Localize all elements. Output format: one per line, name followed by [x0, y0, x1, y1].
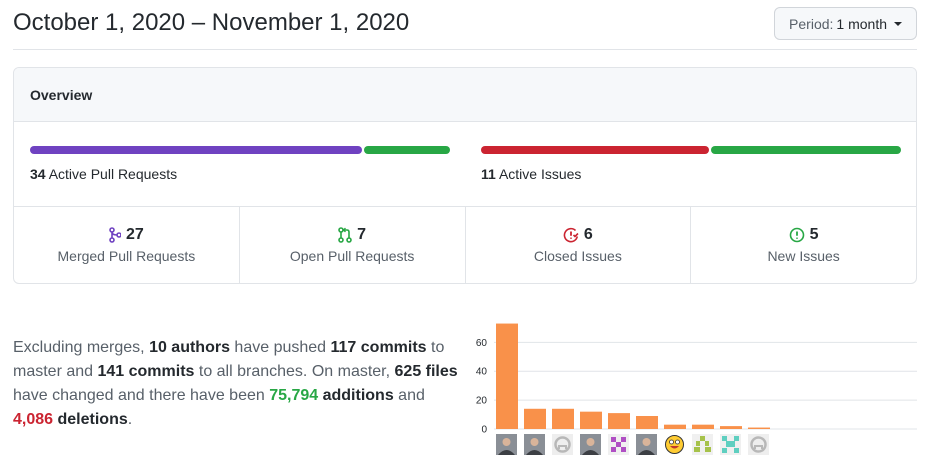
stat-merged-pull-requests[interactable]: 27 Merged Pull Requests	[14, 207, 240, 283]
chart-svg: 0 20 40 60	[476, 323, 917, 436]
contributor-bar[interactable]	[720, 426, 742, 429]
files-changed-count: 625 files	[394, 363, 458, 380]
closed-issues-label: Closed Issues	[533, 248, 622, 264]
overview-panel: Overview 34 Active Pull Requests 11 Acti…	[13, 67, 917, 284]
contributor-bar[interactable]	[636, 416, 658, 429]
contributor-bar[interactable]	[748, 427, 770, 429]
photo-avatar[interactable]	[524, 434, 545, 455]
active-pr-label: Active Pull Requests	[48, 166, 178, 182]
stat-new-issues[interactable]: 5 New Issues	[691, 207, 916, 283]
additions-count: 75,794	[269, 387, 319, 404]
period-value: 1 month	[836, 15, 887, 32]
contributor-bar[interactable]	[552, 408, 574, 429]
contributor-bar[interactable]	[524, 408, 546, 429]
contributor-bar[interactable]	[664, 424, 686, 429]
authors-link[interactable]: 10 authors	[149, 339, 230, 356]
new-issues-count: 5	[809, 226, 819, 243]
caret-down-icon	[894, 22, 902, 26]
y-tick-label: 20	[476, 396, 488, 407]
photo-avatar[interactable]	[580, 434, 601, 455]
open-pr-count: 7	[357, 226, 367, 243]
identicon-teal[interactable]	[720, 434, 741, 455]
issues-summary[interactable]: 11 Active Issues	[481, 146, 901, 182]
github-default-avatar[interactable]	[552, 434, 573, 455]
overview-bars: 34 Active Pull Requests 11 Active Issues	[14, 122, 916, 207]
overview-title: Overview	[14, 68, 916, 122]
new-issues-segment	[710, 146, 901, 154]
additions-word: additions	[322, 387, 394, 404]
active-issues-count: 11	[481, 166, 496, 182]
active-issues-label: Active Issues	[498, 166, 582, 182]
deletions-word: deletions	[57, 411, 128, 428]
stat-open-pull-requests[interactable]: 7 Open Pull Requests	[240, 207, 466, 283]
photo-avatar[interactable]	[496, 434, 517, 455]
merged-pr-label: Merged Pull Requests	[57, 248, 196, 264]
pull-requests-summary[interactable]: 34 Active Pull Requests	[30, 146, 450, 182]
photo-avatar[interactable]	[636, 434, 657, 455]
overview-stats: 27 Merged Pull Requests 7 Open Pull Requ…	[14, 207, 916, 283]
issue-opened-icon	[789, 227, 805, 243]
new-issues-label: New Issues	[767, 248, 840, 264]
contributor-bar[interactable]	[496, 323, 518, 429]
date-range-title: October 1, 2020 – November 1, 2020	[13, 9, 410, 36]
stat-closed-issues[interactable]: 6 Closed Issues	[466, 207, 692, 283]
y-tick-label: 0	[481, 425, 487, 436]
period-dropdown-button[interactable]: Period: 1 month	[774, 7, 917, 40]
commits-master-count: 117 commits	[330, 339, 427, 356]
summary-text: Excluding merges,	[13, 339, 150, 356]
deletions-count: 4,086	[13, 411, 54, 428]
open-pr-label: Open Pull Requests	[289, 248, 415, 264]
contributor-bar[interactable]	[692, 424, 714, 429]
open-pr-segment	[363, 146, 450, 154]
period-label: Period:	[789, 15, 834, 32]
identicon-green[interactable]	[692, 434, 713, 455]
emoji-avatar[interactable]	[664, 434, 685, 455]
summary-text: have changed and there have been	[13, 387, 270, 404]
active-pull-requests-caption: 34 Active Pull Requests	[30, 166, 450, 182]
merged-pr-segment	[30, 146, 362, 154]
summary-text: and	[393, 387, 425, 404]
commits-all-count: 141 commits	[97, 363, 195, 380]
summary-text: to all branches. On master,	[194, 363, 395, 380]
pull-request-icon	[338, 227, 352, 243]
merged-pr-count: 27	[125, 226, 144, 243]
issues-bar	[481, 146, 901, 154]
page-header: October 1, 2020 – November 1, 2020 Perio…	[13, 0, 917, 50]
pull-requests-bar	[30, 146, 450, 154]
active-pr-count: 34	[30, 166, 46, 182]
closed-issues-count: 6	[583, 226, 593, 243]
closed-issues-segment	[481, 146, 709, 154]
identicon-purple[interactable]	[608, 434, 629, 455]
contributor-bar[interactable]	[580, 411, 602, 429]
active-issues-caption: 11 Active Issues	[481, 166, 901, 182]
summary-text: .	[127, 411, 133, 428]
summary-text: have pushed	[229, 339, 331, 356]
github-default-avatar[interactable]	[748, 434, 769, 455]
y-tick-label: 60	[476, 338, 488, 349]
issue-closed-icon	[563, 227, 579, 243]
contributor-bar[interactable]	[608, 413, 630, 429]
merge-icon	[109, 227, 121, 243]
commit-summary: Excluding merges, 10 authors have pushed…	[13, 336, 468, 432]
y-tick-label: 40	[476, 367, 488, 378]
